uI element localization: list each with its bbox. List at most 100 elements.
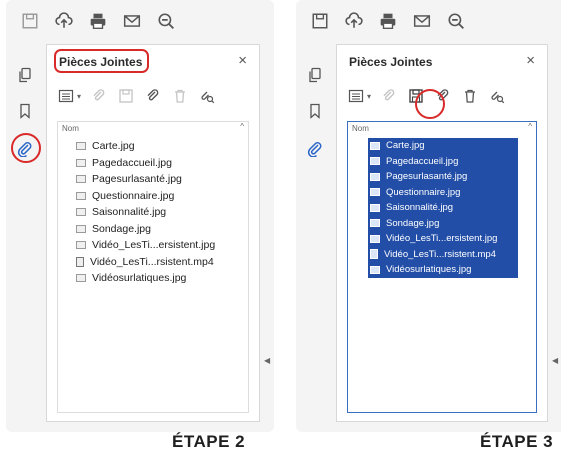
print-icon[interactable]	[88, 11, 108, 31]
list-item[interactable]: Sondage.jpg	[74, 221, 248, 238]
image-file-icon	[370, 234, 380, 243]
file-name: Sondage.jpg	[386, 217, 440, 229]
list-item[interactable]: Saisonnalité.jpg	[74, 204, 248, 221]
attachments-panel: Pièces Jointes × ▾ Nom ^ Carte.jpg Paged…	[46, 44, 260, 422]
image-file-icon	[76, 191, 86, 200]
bookmark-icon[interactable]	[14, 100, 36, 122]
image-file-icon	[76, 175, 86, 184]
column-name-label: Nom	[352, 124, 369, 133]
bookmark-icon[interactable]	[304, 100, 326, 122]
file-name: Vidéo_LesTi...rsistent.mp4	[384, 248, 496, 260]
top-toolbar	[6, 0, 274, 42]
list-item-selected[interactable]: Carte.jpg	[368, 138, 518, 154]
step-2-label: ÉTAPE 2	[172, 432, 246, 451]
file-name: Carte.jpg	[92, 140, 135, 153]
print-icon[interactable]	[378, 11, 398, 31]
dropdown-arrow-icon[interactable]: ▾	[367, 92, 371, 101]
panel-title: Pièces Jointes	[349, 55, 433, 69]
left-rail	[6, 42, 44, 432]
file-name: Vidéo_LesTi...ersistent.jpg	[386, 233, 498, 245]
close-icon[interactable]: ×	[526, 52, 535, 69]
list-item[interactable]: Pagedaccueil.jpg	[74, 155, 248, 172]
list-item-selected[interactable]: Sondage.jpg	[368, 216, 518, 232]
image-file-icon	[370, 157, 380, 166]
list-item[interactable]: Vidéo_LesTi...rsistent.mp4	[74, 254, 248, 271]
list-item[interactable]: Vidéo_LesTi...ersistent.jpg	[74, 237, 248, 254]
list-column-header[interactable]: Nom ^	[348, 122, 536, 136]
list-item-selected[interactable]: Saisonnalité.jpg	[368, 200, 518, 216]
delete-trash-icon[interactable]	[461, 87, 479, 105]
image-file-icon	[370, 188, 380, 197]
image-file-icon	[76, 142, 86, 151]
save-attachment-icon[interactable]	[117, 87, 135, 105]
options-menu-icon[interactable]	[57, 87, 75, 105]
image-file-icon	[370, 141, 380, 150]
collapse-arrow-icon[interactable]: ◀	[552, 356, 558, 365]
zoom-out-icon[interactable]	[156, 11, 176, 31]
screenshot-step-2: Pièces Jointes × ▾ Nom ^ Carte.jpg Paged…	[6, 0, 274, 432]
pages-copy-icon[interactable]	[304, 64, 326, 86]
add-attachment-icon[interactable]	[380, 87, 398, 105]
list-item-selected[interactable]: Vidéosurlatiques.jpg	[368, 262, 518, 278]
step-3-label: ÉTAPE 3	[480, 432, 554, 451]
close-icon[interactable]: ×	[238, 52, 247, 69]
column-name-label: Nom	[62, 124, 79, 133]
file-name: Vidéosurlatiques.jpg	[92, 272, 187, 285]
save-attachment-highlight-ring	[415, 89, 445, 119]
list-item[interactable]: Questionnaire.jpg	[74, 188, 248, 205]
upload-cloud-icon[interactable]	[54, 11, 74, 31]
image-file-icon	[370, 265, 380, 274]
image-file-icon	[76, 241, 86, 250]
screenshot-step-3: Pièces Jointes × ▾ Nom ^ Carte.jpg Paged…	[296, 0, 561, 432]
list-column-header[interactable]: Nom ^	[58, 122, 248, 136]
save-disk-icon[interactable]	[310, 11, 330, 31]
image-file-icon	[76, 208, 86, 217]
dropdown-arrow-icon[interactable]: ▾	[77, 92, 81, 101]
file-name: Questionnaire.jpg	[386, 186, 461, 198]
search-attachment-icon[interactable]	[488, 87, 506, 105]
file-name: Carte.jpg	[386, 140, 425, 152]
list-item-selected[interactable]: Questionnaire.jpg	[368, 185, 518, 201]
file-name: Vidéo_LesTi...ersistent.jpg	[92, 239, 216, 252]
file-name: Saisonnalité.jpg	[92, 206, 167, 219]
add-attachment-icon[interactable]	[90, 87, 108, 105]
video-file-icon	[370, 249, 378, 260]
file-name: Questionnaire.jpg	[92, 189, 175, 202]
options-menu-icon[interactable]	[347, 87, 365, 105]
file-name: Pagedaccueil.jpg	[386, 155, 459, 167]
email-icon[interactable]	[412, 11, 432, 31]
collapse-arrow-icon[interactable]: ◀	[264, 356, 270, 365]
list-item-selected[interactable]: Vidéo_LesTi...rsistent.mp4	[368, 247, 518, 263]
email-icon[interactable]	[122, 11, 142, 31]
pages-copy-icon[interactable]	[14, 64, 36, 86]
image-file-icon	[76, 158, 86, 167]
list-item-selected[interactable]: Pagedaccueil.jpg	[368, 154, 518, 170]
file-name: Vidéosurlatiques.jpg	[386, 264, 472, 276]
list-item[interactable]: Vidéosurlatiques.jpg	[74, 270, 248, 287]
file-name: Vidéo_LesTi...rsistent.mp4	[90, 255, 214, 268]
search-attachment-icon[interactable]	[198, 87, 216, 105]
delete-trash-icon[interactable]	[171, 87, 189, 105]
zoom-out-icon[interactable]	[446, 11, 466, 31]
attachment-paperclip-icon[interactable]	[304, 138, 326, 160]
file-name: Pagesurlasanté.jpg	[386, 171, 468, 183]
list-item[interactable]: Carte.jpg	[74, 138, 248, 155]
image-file-icon	[370, 219, 380, 228]
list-item-selected[interactable]: Vidéo_LesTi...ersistent.jpg	[368, 231, 518, 247]
save-disk-icon[interactable]	[20, 11, 40, 31]
panel-toolbar: ▾	[57, 87, 216, 105]
open-attachment-icon[interactable]	[144, 87, 162, 105]
sort-caret-icon[interactable]: ^	[528, 122, 532, 131]
upload-cloud-icon[interactable]	[344, 11, 364, 31]
attachments-list: Nom ^ Carte.jpg Pagedaccueil.jpg Pagesur…	[347, 121, 537, 413]
selected-rows: Carte.jpg Pagedaccueil.jpg Pagesurlasant…	[368, 138, 518, 278]
attachment-highlight-ring	[11, 133, 41, 163]
image-file-icon	[370, 172, 380, 181]
sort-caret-icon[interactable]: ^	[240, 122, 244, 131]
file-name: Saisonnalité.jpg	[386, 202, 454, 214]
list-item[interactable]: Pagesurlasanté.jpg	[74, 171, 248, 188]
left-rail	[296, 42, 334, 432]
title-highlight-box	[54, 49, 149, 73]
file-name: Pagedaccueil.jpg	[92, 156, 172, 169]
list-item-selected[interactable]: Pagesurlasanté.jpg	[368, 169, 518, 185]
